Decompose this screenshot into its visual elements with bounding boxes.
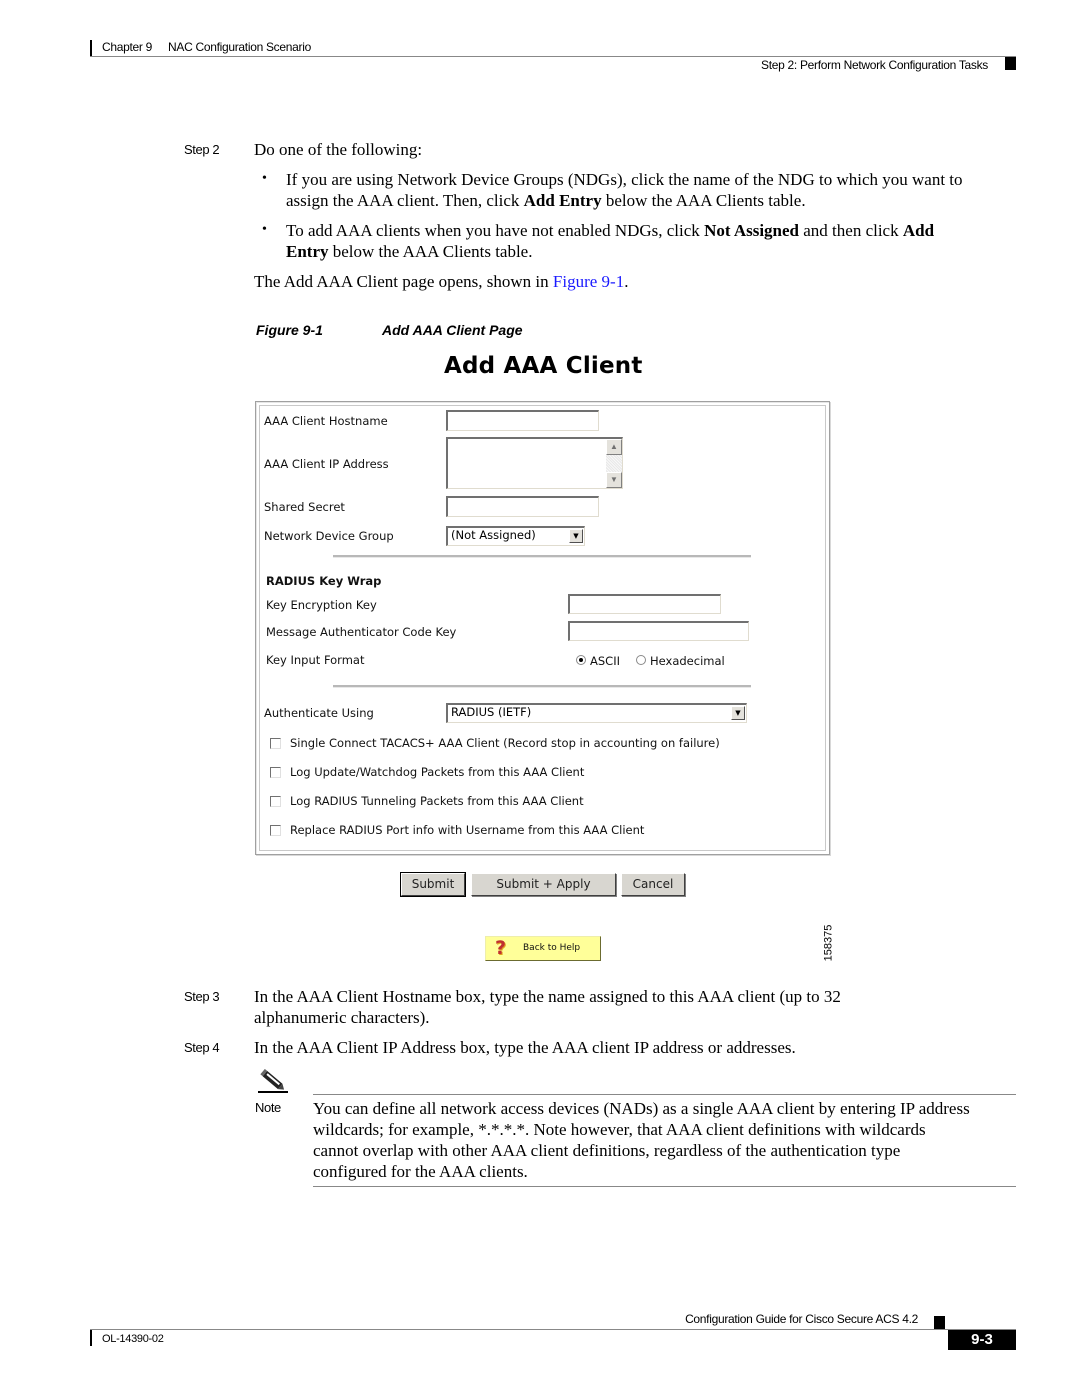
figure-caption: Figure 9-1 Add AAA Client Page [256, 322, 523, 338]
scroll-down-arrow-icon[interactable]: ▼ [606, 472, 622, 488]
ip-address-scrollbar[interactable]: ▲ ▼ [606, 439, 622, 488]
mack-label: Message Authenticator Code Key [266, 625, 457, 639]
section-header: Step 2: Perform Network Configuration Ta… [761, 58, 988, 72]
note-rule-top [313, 1094, 1016, 1095]
ip-address-label: AAA Client IP Address [264, 457, 389, 471]
dropdown-arrow-icon[interactable]: ▼ [731, 706, 745, 720]
ip-address-textarea[interactable]: ▲ ▼ [446, 437, 623, 489]
back-to-help-label: Back to Help [523, 943, 581, 953]
section-divider [333, 555, 751, 558]
submit-apply-button[interactable]: Submit + Apply [471, 873, 616, 896]
figure-number: Figure 9-1 [256, 322, 323, 338]
footer-guide-title: Configuration Guide for Cisco Secure ACS… [685, 1312, 918, 1326]
chapter-number: Chapter 9 [102, 40, 152, 54]
step4-text: In the AAA Client IP Address box, type t… [254, 1038, 796, 1057]
footer-page-number: 9-3 [948, 1330, 1016, 1350]
checkbox-single-connect[interactable] [270, 738, 281, 749]
header-block-marker [1005, 57, 1016, 70]
checkbox-replace-port-label: Replace RADIUS Port info with Username f… [290, 823, 645, 837]
bullet-icon: • [262, 171, 267, 186]
shared-secret-label: Shared Secret [264, 500, 345, 514]
header-rule [90, 56, 1016, 57]
figure-title: Add AAA Client Page [382, 322, 523, 338]
shared-secret-input[interactable] [446, 496, 599, 517]
kek-label: Key Encryption Key [266, 598, 377, 612]
authenticate-using-label: Authenticate Using [264, 706, 374, 720]
step4-label: Step 4 [184, 1040, 220, 1055]
ndg-selected-value: (Not Assigned) [451, 528, 536, 542]
figure-id: 158375 [822, 924, 835, 962]
authenticate-using-value: RADIUS (IETF) [451, 705, 532, 719]
ndg-label: Network Device Group [264, 529, 394, 543]
checkbox-log-tunneling-label: Log RADIUS Tunneling Packets from this A… [290, 794, 584, 808]
hostname-label: AAA Client Hostname [264, 414, 388, 428]
note-rule-bottom [313, 1186, 1016, 1187]
header-left-bar [90, 40, 92, 56]
kek-input[interactable] [568, 594, 721, 614]
radio-ascii-label: ASCII [590, 654, 620, 668]
pencil-note-icon [258, 1069, 288, 1093]
step3-label: Step 3 [184, 989, 220, 1004]
hostname-input[interactable] [446, 410, 599, 431]
mack-input[interactable] [568, 621, 749, 641]
back-to-help-button[interactable]: ? Back to Help [485, 936, 601, 961]
checkbox-log-watchdog[interactable] [270, 767, 281, 778]
chapter-title: NAC Configuration Scenario [168, 40, 311, 54]
radio-hexadecimal-label: Hexadecimal [650, 654, 725, 668]
footer-doc-number: OL-14390-02 [102, 1333, 164, 1345]
footer-left-bar [90, 1330, 92, 1346]
radio-ascii[interactable] [576, 655, 586, 665]
checkbox-log-watchdog-label: Log Update/Watchdog Packets from this AA… [290, 765, 585, 779]
dropdown-arrow-icon[interactable]: ▼ [569, 529, 583, 543]
footer-rule [90, 1329, 1016, 1330]
checkbox-log-tunneling[interactable] [270, 796, 281, 807]
figure-link[interactable]: Figure 9-1 [553, 272, 624, 291]
cancel-button[interactable]: Cancel [621, 873, 685, 896]
step3-text: In the AAA Client Hostname box, type the… [254, 987, 841, 1027]
step2-intro: Do one of the following: [254, 140, 423, 159]
bullet-icon: • [262, 222, 267, 237]
checkbox-replace-port[interactable] [270, 825, 281, 836]
note-text: You can define all network access device… [313, 1099, 970, 1181]
note-label: Note [255, 1100, 281, 1115]
footer-block-marker [934, 1316, 945, 1330]
scroll-up-arrow-icon[interactable]: ▲ [606, 439, 622, 455]
submit-button[interactable]: Submit [400, 872, 466, 897]
section-divider [333, 685, 751, 688]
radio-hexadecimal[interactable] [636, 655, 646, 665]
key-input-format-label: Key Input Format [266, 653, 365, 667]
question-mark-icon: ? [495, 937, 507, 959]
step2-label: Step 2 [184, 142, 220, 157]
key-wrap-heading: RADIUS Key Wrap [266, 574, 382, 588]
screen-title: Add AAA Client [444, 353, 643, 379]
step2-bullet-1: If you are using Network Device Groups (… [286, 170, 963, 210]
chapter-header: Chapter 9 NAC Configuration Scenario [102, 40, 311, 54]
step2-followup: The Add AAA Client page opens, shown in … [254, 272, 629, 291]
ndg-select[interactable]: (Not Assigned) ▼ [446, 526, 585, 546]
authenticate-using-select[interactable]: RADIUS (IETF) ▼ [446, 703, 747, 723]
checkbox-single-connect-label: Single Connect TACACS+ AAA Client (Recor… [290, 736, 720, 750]
step2-bullet-2: To add AAA clients when you have not ena… [286, 221, 935, 261]
